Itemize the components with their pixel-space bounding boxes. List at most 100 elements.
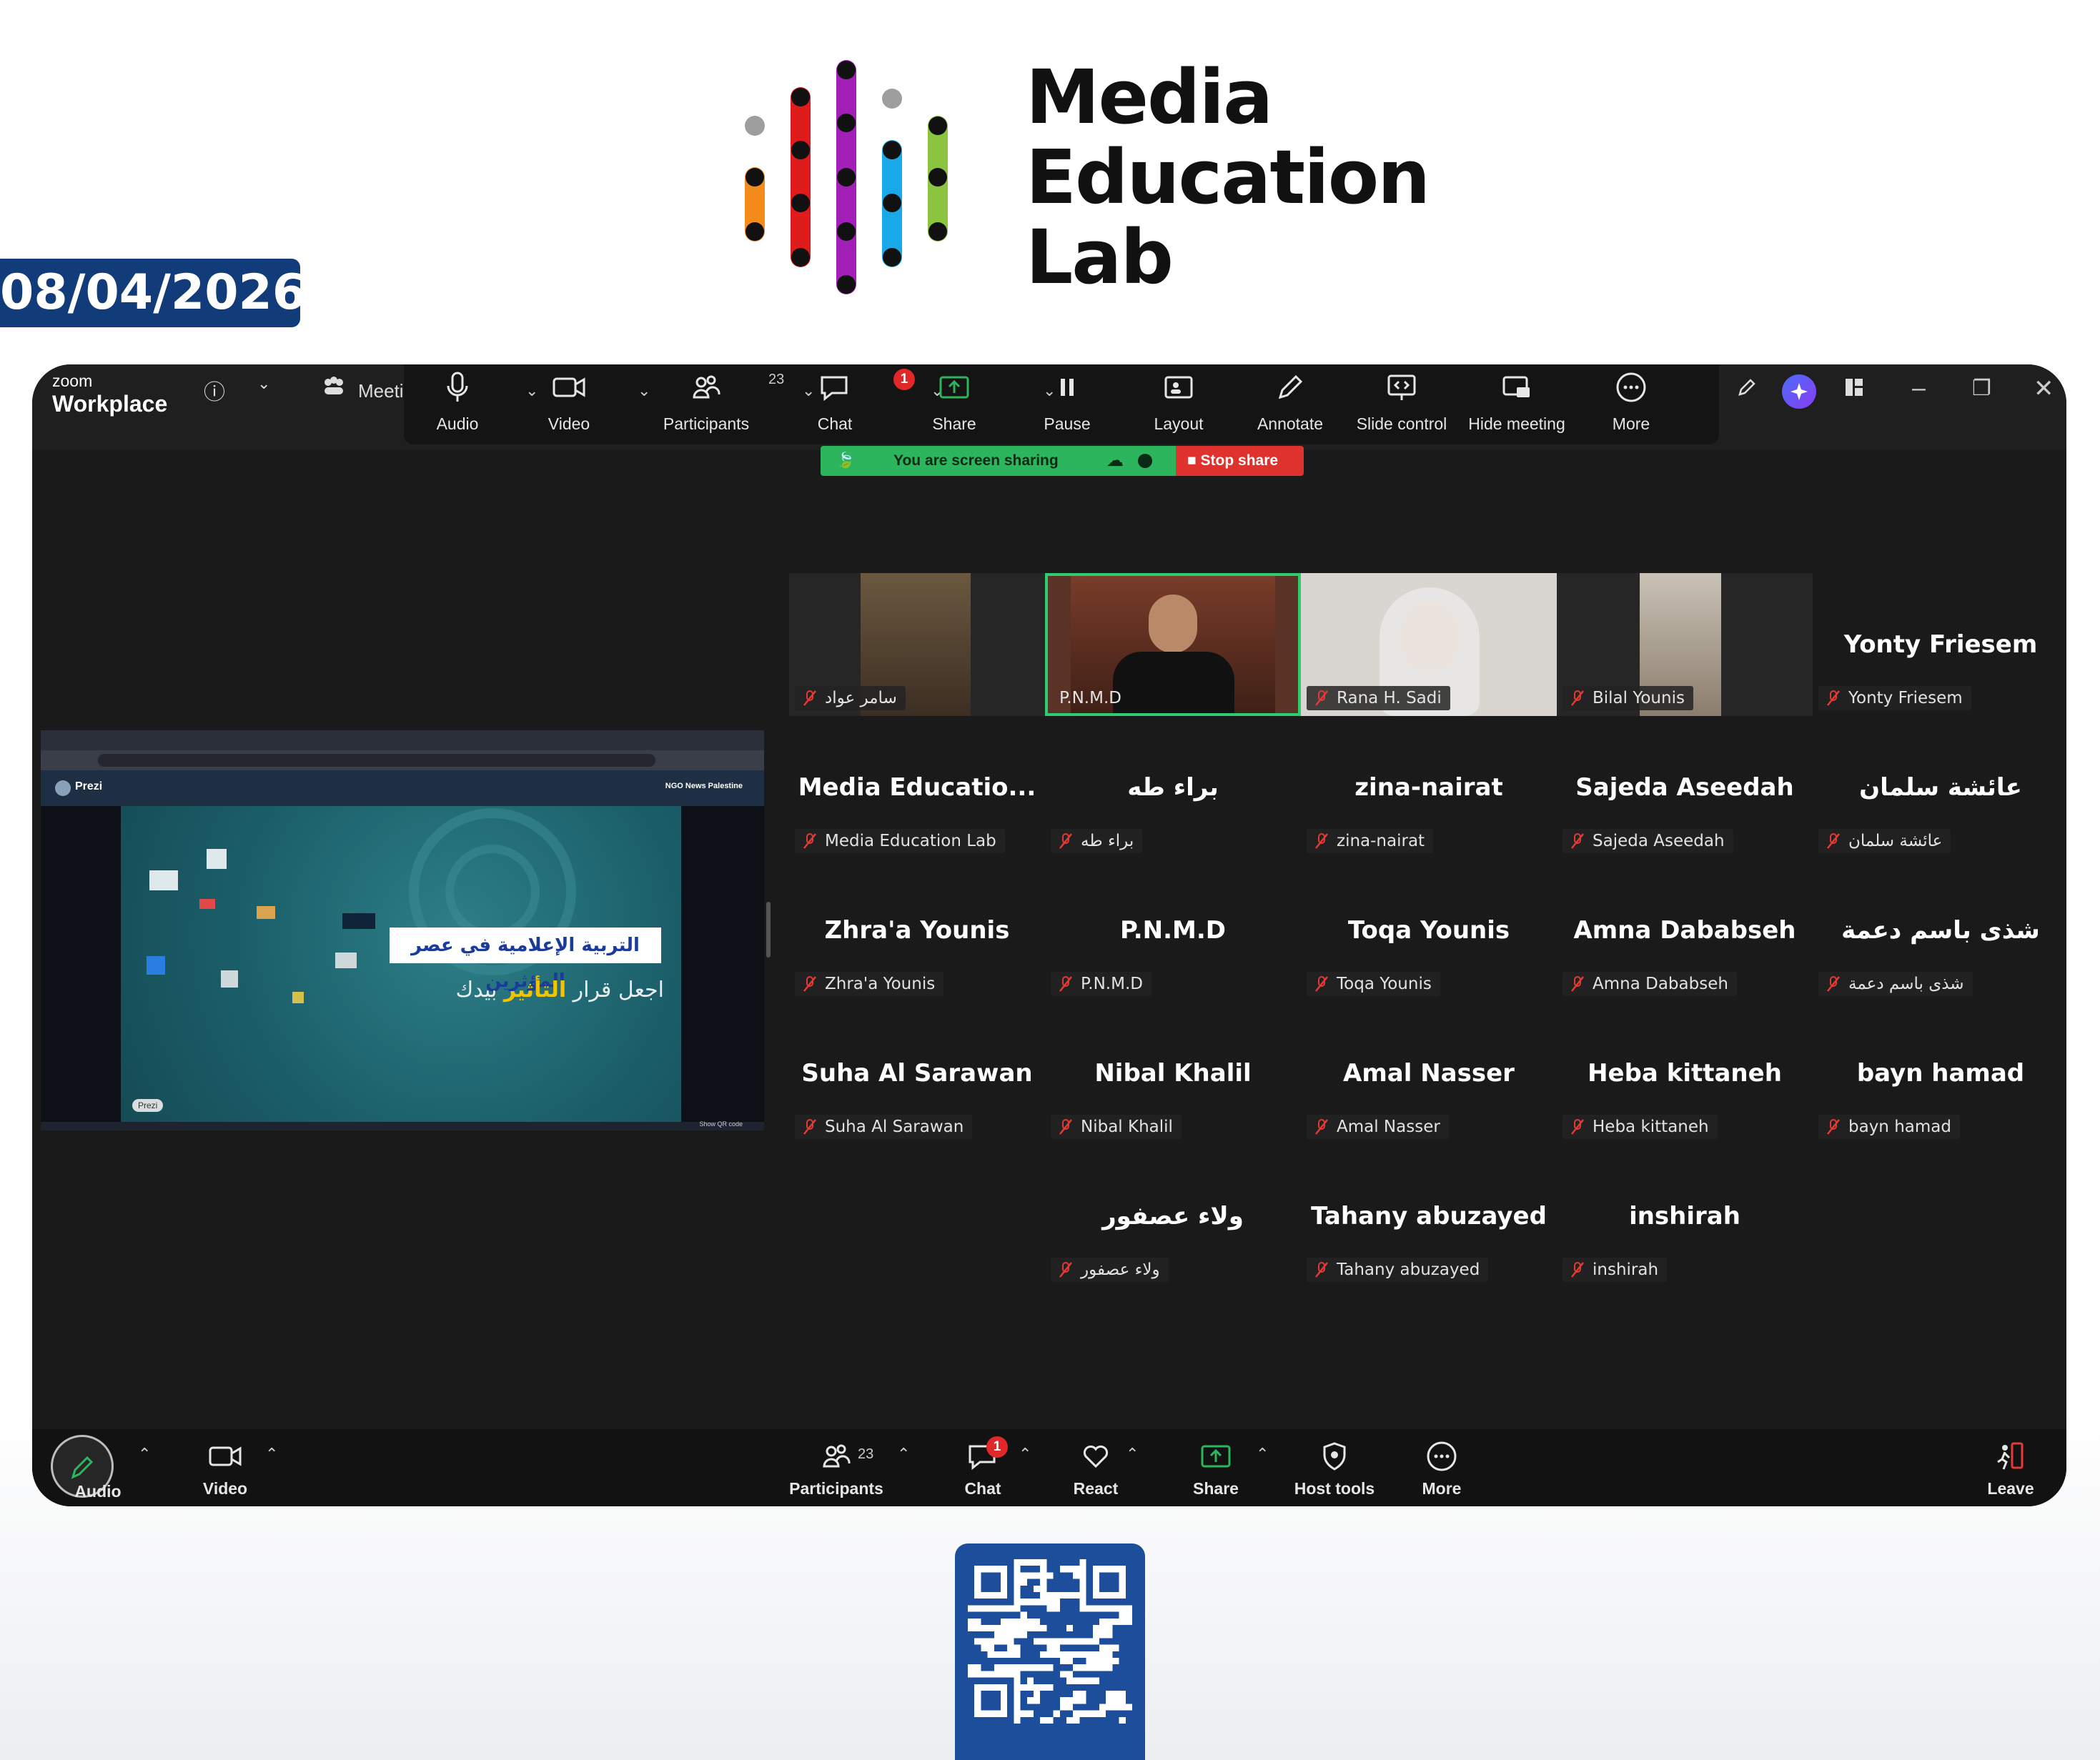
participant-tag-text: Amna Dababseh (1593, 975, 1728, 993)
participant-tile[interactable]: Suha Al Sarawan Suha Al Sarawan (789, 1002, 1045, 1145)
edit-icon[interactable] (1735, 376, 1758, 404)
cloud-icon: ☁ (1106, 451, 1124, 470)
chat-caret-icon[interactable]: ⌃ (1019, 1445, 1031, 1463)
chat-label: Chat (817, 414, 853, 433)
restore-icon[interactable]: ❐ (1972, 376, 1991, 401)
participants-caret-icon[interactable]: ⌃ (897, 1445, 910, 1463)
participant-tile[interactable]: عائشة سلمان عائشة سلمان (1813, 716, 2066, 859)
meeting-people-icon[interactable] (322, 376, 346, 403)
participant-tile[interactable]: Tahany abuzayed Tahany abuzayed (1301, 1145, 1557, 1288)
video-options-icon[interactable]: ⌄ (638, 382, 650, 400)
participant-tag-text: P.N.M.D (1081, 975, 1143, 993)
chat-button[interactable]: Chat (781, 370, 888, 434)
zoom-window: zoom Workplace ⓘ ⌄ Meeti Audio ⌄ Video ⌄… (32, 364, 2066, 1506)
participant-tile[interactable]: zina-nairat zina-nairat (1301, 716, 1557, 859)
more-button[interactable]: More (1578, 370, 1685, 434)
participants-icon (693, 375, 720, 399)
participant-tag-text: Tahany abuzayed (1337, 1261, 1480, 1279)
react-caret-icon[interactable]: ⌃ (1126, 1445, 1139, 1463)
screen-sharing-indicator: 🍃 You are screen sharing ☁ (821, 446, 1176, 476)
slide-control-button[interactable]: Slide control (1348, 370, 1455, 434)
layout-label: Layout (1154, 414, 1204, 433)
participant-tile[interactable]: براء طه براء طه (1045, 716, 1301, 859)
slide-decoration (147, 808, 576, 1003)
zoom-small-logo: zoom (52, 372, 93, 390)
participant-tile[interactable]: ولاء عصفور ولاء عصفور (1045, 1145, 1301, 1288)
participants-button[interactable]: Participants (653, 370, 760, 434)
prezi-logo-icon (55, 780, 71, 796)
hide-meeting-label: Hide meeting (1468, 414, 1565, 433)
participants-label: Participants (663, 414, 750, 433)
participant-name-tag: عائشة سلمان (1818, 829, 1951, 853)
layout-icon (1164, 376, 1193, 399)
hide-meeting-button[interactable]: Hide meeting (1463, 370, 1570, 434)
muted-mic-icon (802, 832, 818, 857)
muted-mic-icon (1314, 1261, 1329, 1286)
participant-tile[interactable]: Amna Dababseh Amna Dababseh (1557, 859, 1813, 1002)
splitter-handle[interactable] (766, 902, 771, 958)
participant-name-tag: Zhra'a Younis (795, 972, 944, 996)
participant-tile[interactable]: bayn hamad bayn hamad (1813, 1002, 2066, 1145)
chevron-down-icon[interactable]: ⌄ (257, 374, 270, 393)
participant-tile[interactable]: Yonty Friesem Yonty Friesem (1813, 573, 2066, 716)
qr-code-link[interactable]: Show QR code (699, 1120, 743, 1128)
participant-tile[interactable]: سامر عواد (789, 573, 1045, 716)
chat-bubble-icon (821, 376, 848, 402)
muted-mic-icon (1314, 975, 1329, 1000)
qr-code-card (955, 1543, 1145, 1760)
apps-panel-icon[interactable] (1843, 376, 1865, 404)
participant-tile[interactable]: Media Educatio... Media Education Lab (789, 716, 1045, 859)
participant-tile-active-speaker[interactable]: P.N.M.D (1045, 573, 1301, 716)
prezi-footer: Show QR code (41, 1120, 764, 1130)
meeting-tab[interactable]: Meeti (358, 380, 404, 402)
logo-line-3: Lab (1026, 214, 1174, 301)
participants-label: Participants (789, 1479, 883, 1498)
leave-button[interactable]: Leave (1961, 1441, 2061, 1498)
layout-button[interactable]: Layout (1125, 370, 1232, 434)
participant-tile[interactable]: P.N.M.D P.N.M.D (1045, 859, 1301, 1002)
muted-mic-icon (1058, 1118, 1074, 1143)
participant-tile[interactable]: Toqa Younis Toqa Younis (1301, 859, 1557, 1002)
participant-name-tag: Heba kittaneh (1562, 1115, 1718, 1139)
chat-button[interactable]: Chat (933, 1441, 1033, 1498)
audio-caret-icon[interactable]: ⌃ (138, 1445, 151, 1463)
annotate-button[interactable]: Annotate (1237, 370, 1344, 434)
share-button[interactable]: Share (901, 370, 1008, 434)
info-icon[interactable]: ⓘ (204, 374, 225, 406)
participant-tag-text: Toqa Younis (1337, 975, 1432, 993)
audio-button[interactable]: Audio (404, 370, 511, 434)
participant-tile[interactable]: Heba kittaneh Heba kittaneh (1557, 1002, 1813, 1145)
more-label: More (1612, 414, 1650, 433)
stop-share-button[interactable]: ■ Stop share (1176, 446, 1304, 476)
minimize-icon[interactable]: – (1912, 374, 1926, 402)
annotate-label: Annotate (1257, 414, 1324, 433)
participant-tile[interactable]: Rana H. Sadi (1301, 573, 1557, 716)
video-button[interactable]: Video (175, 1441, 275, 1498)
more-button[interactable]: More (1392, 1441, 1492, 1498)
muted-mic-icon (802, 690, 818, 714)
pause-share-button[interactable]: Pause (1014, 370, 1121, 434)
ai-companion-icon[interactable] (1782, 374, 1816, 409)
video-button[interactable]: Video (515, 370, 623, 434)
participant-tile[interactable]: Sajeda Aseedah Sajeda Aseedah (1557, 716, 1813, 859)
participant-tile[interactable]: Zhra'a Younis Zhra'a Younis (789, 859, 1045, 1002)
muted-mic-icon (1314, 690, 1329, 714)
participant-tile[interactable]: Amal Nasser Amal Nasser (1301, 1002, 1557, 1145)
close-icon[interactable]: ✕ (2034, 374, 2054, 403)
participant-tile[interactable]: inshirah inshirah (1557, 1145, 1813, 1288)
shared-screen-preview: Prezi NGO News Palestine التربية الإعلام… (41, 730, 764, 1130)
participant-tile[interactable]: Bilal Younis (1557, 573, 1813, 716)
slide-title: التربية الإعلامية في عصر المؤثرين (390, 928, 661, 992)
stop-square-icon: ■ (1187, 452, 1201, 469)
participant-tile[interactable]: شذى باسم دعمة شذى باسم دعمة (1813, 859, 2066, 1002)
participant-name-tag: bayn hamad (1818, 1115, 1960, 1139)
share-button[interactable]: Share (1166, 1441, 1266, 1498)
host-tools-button[interactable]: Host tools (1284, 1441, 1385, 1498)
audio-label[interactable]: Audio (48, 1482, 148, 1501)
participant-tile[interactable]: Nibal Khalil Nibal Khalil (1045, 1002, 1301, 1145)
logo-mark-icon (745, 60, 948, 294)
video-caret-icon[interactable]: ⌃ (265, 1445, 278, 1463)
participant-tag-text: Zhra'a Younis (825, 975, 936, 993)
share-caret-icon[interactable]: ⌃ (1256, 1445, 1269, 1463)
video-camera-icon (553, 377, 585, 397)
